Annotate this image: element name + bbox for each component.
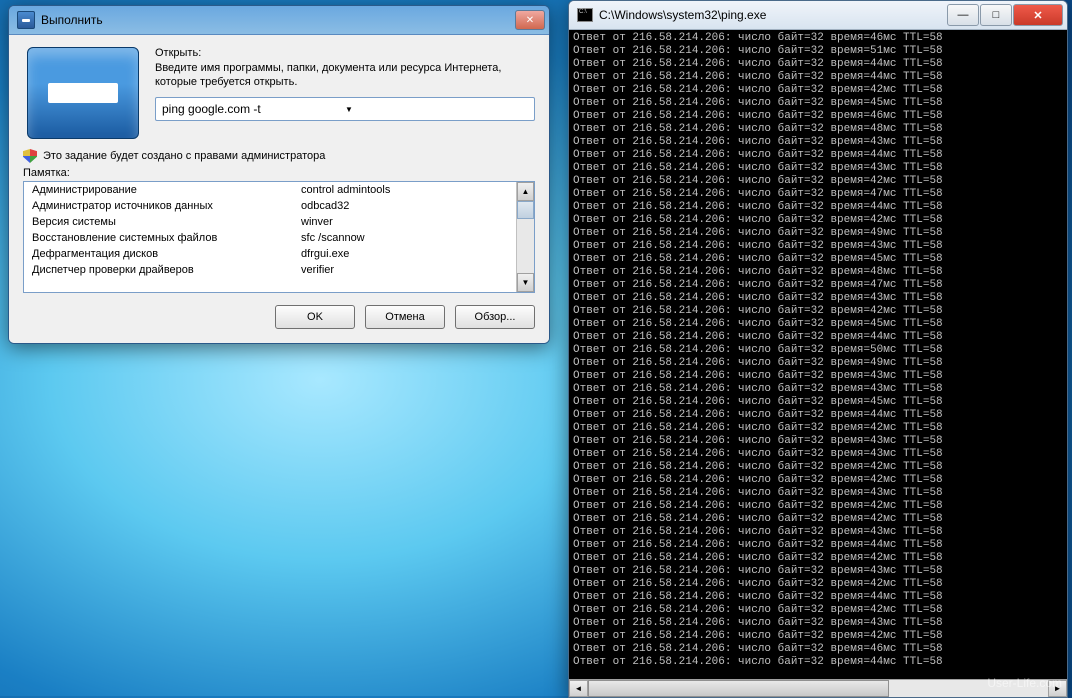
run-dialog: Выполнить ✕ Открыть: Введите имя програм… <box>8 5 550 344</box>
list-item[interactable]: Дефрагментация дисковdfrgui.exe <box>24 246 516 262</box>
scroll-down-icon[interactable]: ▼ <box>517 273 534 292</box>
memo-command: dfrgui.exe <box>301 248 508 260</box>
minimize-button[interactable]: — <box>947 4 979 26</box>
list-item[interactable]: Диспетчер проверки драйверовverifier <box>24 262 516 278</box>
console-title: C:\Windows\system32\ping.exe <box>599 8 947 22</box>
memo-command: verifier <box>301 264 508 276</box>
run-hint: Введите имя программы, папки, документа … <box>155 61 535 89</box>
shield-icon <box>23 149 37 163</box>
run-title: Выполнить <box>41 13 515 27</box>
list-item[interactable]: Администратор источников данныхodbcad32 <box>24 198 516 214</box>
uac-note-row: Это задание будет создано с правами адми… <box>23 149 535 163</box>
list-item[interactable]: Версия системыwinver <box>24 214 516 230</box>
run-titlebar[interactable]: Выполнить ✕ <box>9 6 549 35</box>
memo-name: Администратор источников данных <box>32 200 301 212</box>
ok-button[interactable]: OK <box>275 305 355 329</box>
memo-list: Администрированиеcontrol admintoolsАдмин… <box>24 182 516 292</box>
cancel-button[interactable]: Отмена <box>365 305 445 329</box>
browse-button[interactable]: Обзор... <box>455 305 535 329</box>
scroll-thumb[interactable] <box>517 201 534 219</box>
scroll-track[interactable] <box>517 219 534 273</box>
watermark: User-Life.com <box>987 676 1062 690</box>
console-window-buttons: — □ ✕ <box>947 4 1063 26</box>
list-item[interactable]: Восстановление системных файловsfc /scan… <box>24 230 516 246</box>
scroll-left-icon[interactable]: ◄ <box>569 680 588 697</box>
console-window: C:\Windows\system32\ping.exe — □ ✕ Ответ… <box>568 0 1068 698</box>
memo-command: winver <box>301 216 508 228</box>
memo-name: Версия системы <box>32 216 301 228</box>
memo-name: Диспетчер проверки драйверов <box>32 264 301 276</box>
run-body: Открыть: Введите имя программы, папки, д… <box>9 35 549 343</box>
close-button[interactable]: ✕ <box>515 10 545 30</box>
open-label: Открыть: <box>155 47 535 59</box>
button-row: OK Отмена Обзор... <box>23 305 535 329</box>
uac-note: Это задание будет создано с правами адми… <box>43 150 325 162</box>
command-value: ping google.com -t <box>162 102 345 116</box>
memo-name: Восстановление системных файлов <box>32 232 301 244</box>
hscroll-thumb[interactable] <box>588 680 889 697</box>
memo-name: Дефрагментация дисков <box>32 248 301 260</box>
command-combobox[interactable]: ping google.com -t ▼ <box>155 97 535 121</box>
memo-command: odbcad32 <box>301 200 508 212</box>
memo-listbox[interactable]: Администрированиеcontrol admintoolsАдмин… <box>23 181 535 293</box>
close-button[interactable]: ✕ <box>1013 4 1063 26</box>
list-item[interactable]: Администрированиеcontrol admintools <box>24 182 516 198</box>
memo-command: sfc /scannow <box>301 232 508 244</box>
maximize-button[interactable]: □ <box>980 4 1012 26</box>
hscroll-track[interactable] <box>588 680 1048 697</box>
console-title-icon <box>577 8 593 22</box>
scroll-up-icon[interactable]: ▲ <box>517 182 534 201</box>
memo-scrollbar[interactable]: ▲ ▼ <box>516 182 534 292</box>
window-buttons: ✕ <box>515 10 545 30</box>
memo-name: Администрирование <box>32 184 301 196</box>
console-output[interactable]: Ответ от 216.58.214.206: число байт=32 в… <box>569 30 1067 679</box>
memo-label: Памятка: <box>23 167 535 179</box>
run-icon <box>27 47 139 139</box>
console-titlebar[interactable]: C:\Windows\system32\ping.exe — □ ✕ <box>569 1 1067 30</box>
memo-command: control admintools <box>301 184 508 196</box>
run-title-icon <box>17 11 35 29</box>
dropdown-arrow-icon[interactable]: ▼ <box>345 105 528 114</box>
